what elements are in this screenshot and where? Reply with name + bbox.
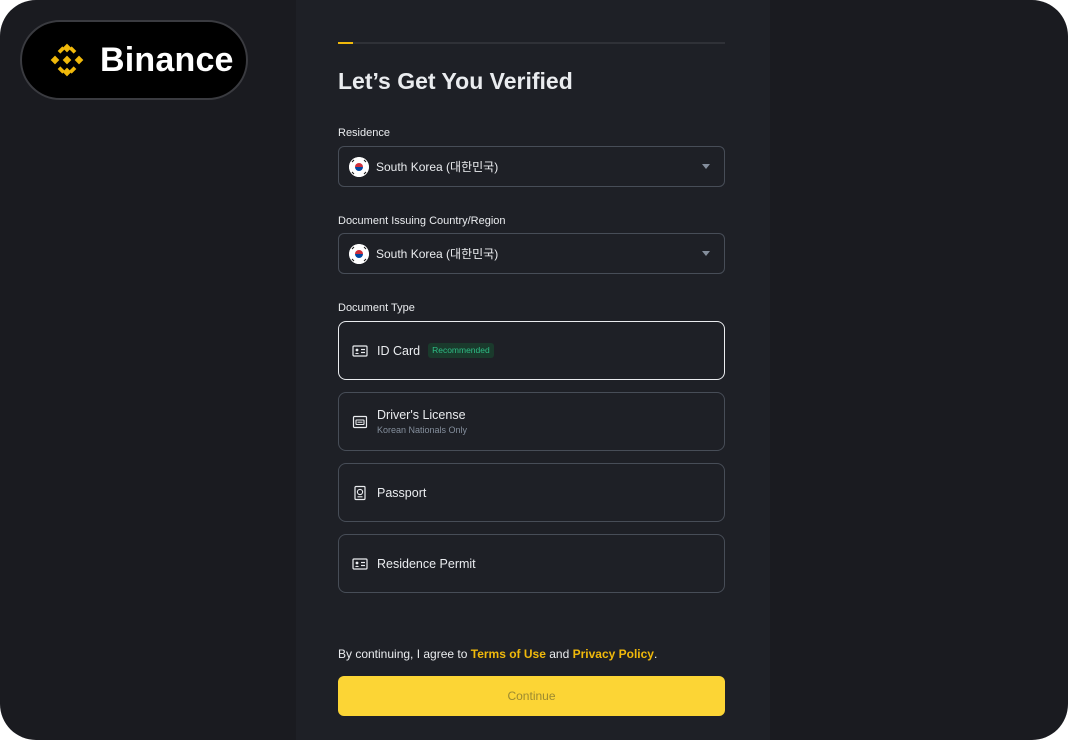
doc-option-residence-permit[interactable]: Residence Permit	[338, 534, 725, 593]
brand-pill: Binance	[20, 20, 248, 100]
doc-option-drivers-license[interactable]: Driver's License Korean Nationals Only	[338, 392, 725, 451]
binance-logo-icon	[50, 43, 84, 77]
doc-option-id-card[interactable]: ID Card Recommended	[338, 321, 725, 380]
app-frame: Binance Let’s Get You Verified Residence…	[0, 0, 1068, 740]
doc-option-passport[interactable]: Passport	[338, 463, 725, 522]
issuing-country-label: Document Issuing Country/Region	[338, 215, 506, 227]
drivers-license-icon	[352, 415, 368, 428]
terms-of-use-link[interactable]: Terms of Use	[471, 647, 546, 661]
consent-middle: and	[545, 647, 573, 661]
id-card-icon	[352, 344, 368, 357]
issuing-country-value: South Korea (대한민국)	[376, 247, 499, 261]
residence-permit-icon	[352, 557, 368, 570]
brand-name: Binance	[100, 40, 234, 79]
doc-option-title: ID Card	[377, 343, 421, 358]
south-korea-flag-icon	[349, 243, 369, 264]
progress-track	[338, 42, 725, 44]
progress-fill	[338, 42, 354, 44]
privacy-policy-link[interactable]: Privacy Policy	[573, 647, 654, 661]
consent-prefix: By continuing, I agree to	[338, 647, 471, 661]
chevron-down-icon	[702, 251, 710, 256]
doc-option-title: Residence Permit	[377, 556, 476, 571]
doc-option-subtitle: Korean Nationals Only	[377, 425, 468, 435]
continue-button[interactable]: Continue	[338, 676, 725, 716]
residence-select[interactable]: South Korea (대한민국)	[338, 146, 725, 187]
page-title: Let’s Get You Verified	[338, 68, 573, 94]
document-type-label: Document Type	[338, 302, 415, 314]
doc-option-title: Driver's License	[377, 408, 466, 422]
consent-suffix: .	[653, 647, 658, 661]
consent-text: By continuing, I agree to Terms of Use a…	[338, 647, 657, 661]
passport-icon	[354, 485, 366, 500]
doc-option-title: Passport	[377, 485, 427, 500]
chevron-down-icon	[702, 164, 710, 169]
residence-label: Residence	[338, 127, 390, 139]
recommended-badge: Recommended	[428, 343, 494, 358]
south-korea-flag-icon	[349, 156, 369, 177]
issuing-country-select[interactable]: South Korea (대한민국)	[338, 233, 725, 274]
residence-value: South Korea (대한민국)	[376, 160, 499, 174]
